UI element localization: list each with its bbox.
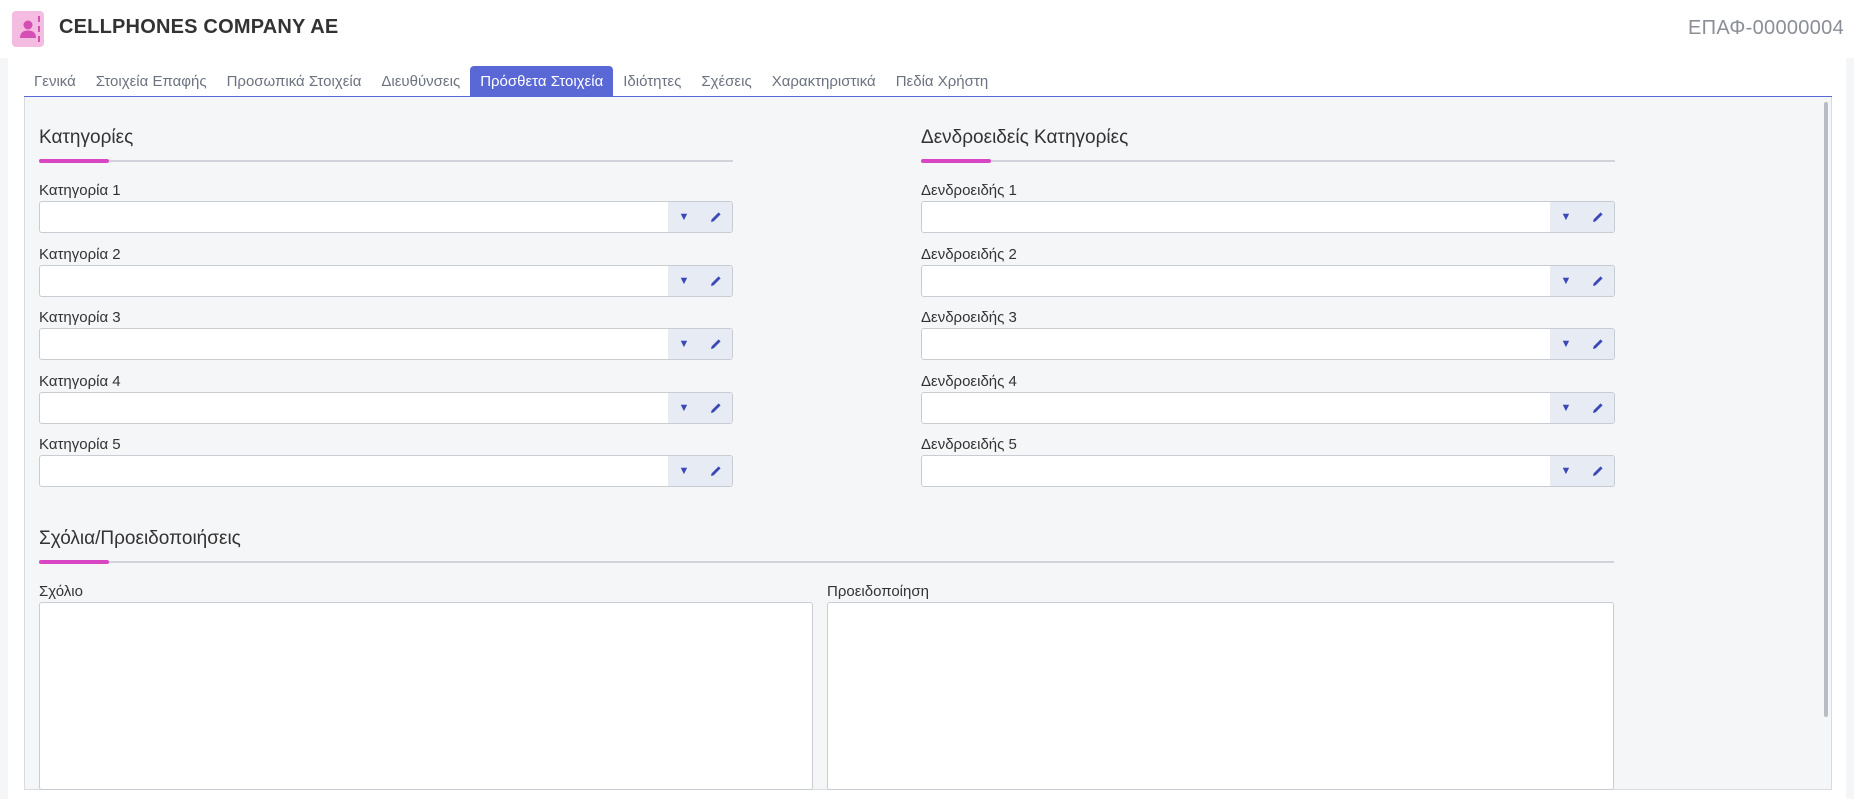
pencil-edit-icon[interactable] [1582, 393, 1614, 423]
category-5-combo[interactable]: ▼ [39, 455, 733, 487]
chevron-down-icon[interactable]: ▼ [668, 329, 700, 359]
tree-categories-section-rule [921, 159, 1615, 163]
warning-textarea[interactable] [827, 602, 1614, 790]
categories-section-rule [39, 159, 733, 163]
chevron-down-icon[interactable]: ▼ [1550, 266, 1582, 296]
tab-relations[interactable]: Σχέσεις [691, 66, 761, 97]
chevron-down-icon[interactable]: ▼ [1550, 329, 1582, 359]
pencil-edit-icon[interactable] [700, 329, 732, 359]
tab-personal-details[interactable]: Προσωπικά Στοιχεία [217, 66, 372, 97]
tab-properties[interactable]: Ιδιότητες [613, 66, 691, 97]
pencil-edit-icon[interactable] [1582, 202, 1614, 232]
pencil-edit-icon[interactable] [700, 393, 732, 423]
category-1-label: Κατηγορία 1 [39, 182, 121, 199]
category-3-label: Κατηγορία 3 [39, 309, 121, 326]
tree-category-5-combo[interactable]: ▼ [921, 455, 1615, 487]
tree-category-4-combo[interactable]: ▼ [921, 392, 1615, 424]
pencil-edit-icon[interactable] [700, 456, 732, 486]
comment-label: Σχόλιο [39, 583, 83, 600]
tab-general[interactable]: Γενικά [24, 66, 86, 97]
vertical-scrollbar[interactable] [1824, 102, 1828, 717]
pencil-edit-icon[interactable] [1582, 456, 1614, 486]
tree-category-3-label: Δενδροειδής 3 [921, 309, 1017, 326]
categories-section-title: Κατηγορίες [39, 127, 134, 148]
category-4-label: Κατηγορία 4 [39, 373, 121, 390]
tree-categories-section-title: Δενδροειδείς Κατηγορίες [921, 127, 1129, 148]
tree-category-1-label: Δενδροειδής 1 [921, 182, 1017, 199]
record-header: CELLPHONES COMPANY AE ΕΠΑΦ-00000004 [0, 0, 1854, 58]
comment-textarea[interactable] [39, 602, 813, 790]
tab-additional-details[interactable]: Πρόσθετα Στοιχεία [470, 66, 614, 97]
pencil-edit-icon[interactable] [700, 202, 732, 232]
category-1-combo[interactable]: ▼ [39, 201, 733, 233]
record-title: CELLPHONES COMPANY AE [59, 16, 339, 38]
pencil-edit-icon[interactable] [1582, 329, 1614, 359]
tab-characteristics[interactable]: Χαρακτηριστικά [762, 66, 886, 97]
tab-bar: Γενικά Στοιχεία Επαφής Προσωπικά Στοιχεί… [24, 66, 998, 97]
tree-category-2-combo[interactable]: ▼ [921, 265, 1615, 297]
tab-user-fields[interactable]: Πεδία Χρήστη [886, 66, 998, 97]
comments-section-title: Σχόλια/Προειδοποιήσεις [39, 528, 241, 549]
tab-addresses[interactable]: Διευθύνσεις [371, 66, 470, 97]
pencil-edit-icon[interactable] [1582, 266, 1614, 296]
tree-category-1-combo[interactable]: ▼ [921, 201, 1615, 233]
chevron-down-icon[interactable]: ▼ [668, 266, 700, 296]
tab-contact-details[interactable]: Στοιχεία Επαφής [86, 66, 217, 97]
category-2-combo[interactable]: ▼ [39, 265, 733, 297]
tree-category-2-label: Δενδροειδής 2 [921, 246, 1017, 263]
contact-person-icon [12, 11, 44, 47]
tree-category-4-label: Δενδροειδής 4 [921, 373, 1017, 390]
category-2-label: Κατηγορία 2 [39, 246, 121, 263]
record-code: ΕΠΑΦ-00000004 [1687, 17, 1844, 39]
comments-section-rule [39, 560, 1614, 564]
pencil-edit-icon[interactable] [700, 266, 732, 296]
category-3-combo[interactable]: ▼ [39, 328, 733, 360]
tree-category-3-combo[interactable]: ▼ [921, 328, 1615, 360]
warning-label: Προειδοποίηση [827, 583, 929, 600]
category-4-combo[interactable]: ▼ [39, 392, 733, 424]
chevron-down-icon[interactable]: ▼ [668, 202, 700, 232]
chevron-down-icon[interactable]: ▼ [1550, 456, 1582, 486]
chevron-down-icon[interactable]: ▼ [1550, 202, 1582, 232]
chevron-down-icon[interactable]: ▼ [668, 393, 700, 423]
chevron-down-icon[interactable]: ▼ [1550, 393, 1582, 423]
tree-category-5-label: Δενδροειδής 5 [921, 436, 1017, 453]
chevron-down-icon[interactable]: ▼ [668, 456, 700, 486]
category-5-label: Κατηγορία 5 [39, 436, 121, 453]
